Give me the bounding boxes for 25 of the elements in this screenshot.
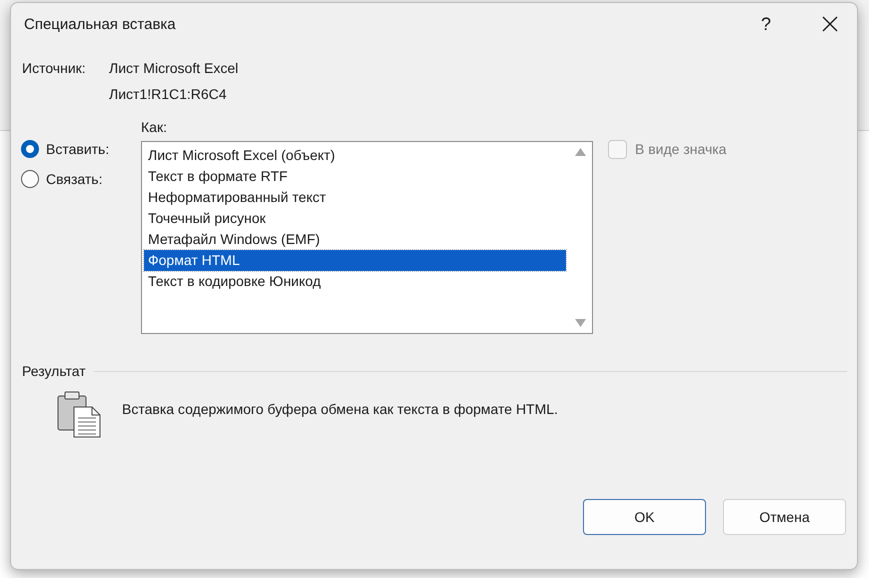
format-list[interactable]: Лист Microsoft Excel (объект) Текст в формате RTF Неформатированный текст Точечный рисунок Метафайл Windows (EMF) Формат HTML Текст в кодировке Юникод [141,141,593,334]
list-caption: Как: [141,119,168,137]
source-value: Лист Microsoft Excel [109,60,240,76]
source-value: Лист1!R1C1:R6C4 [109,86,228,102]
list-item[interactable]: Текст в формате RTF [144,166,566,187]
list-item[interactable]: Метафайл Windows (EMF) [144,229,566,250]
result-description: Вставка содержимого буфера обмена как текста в формате HTML. [122,400,558,419]
list-item[interactable]: Текст в кодировке Юникод [144,271,566,292]
list-item[interactable]: Лист Microsoft Excel (объект) [144,145,566,166]
dialog-title: Специальная вставка [24,16,177,32]
clipboard-document-icon [56,391,102,439]
radio-button[interactable] [21,170,39,188]
radio-label: Вставить: [46,141,110,157]
cancel-button[interactable]: Отмена [723,499,846,535]
list-item[interactable]: Неформатированный текст [144,187,566,208]
ok-button[interactable]: OK [583,499,706,535]
radio-label: Связать: [46,171,102,187]
checkbox-label: В виде значка [635,141,726,157]
close-icon [822,16,838,32]
help-button[interactable]: ? [743,14,789,34]
list-item[interactable]: Точечный рисунок [144,208,566,229]
list-item[interactable]: Формат HTML [144,250,566,271]
radio-button[interactable] [21,140,39,158]
source-label: Источник: [22,60,87,76]
result-label: Результат [22,363,86,379]
